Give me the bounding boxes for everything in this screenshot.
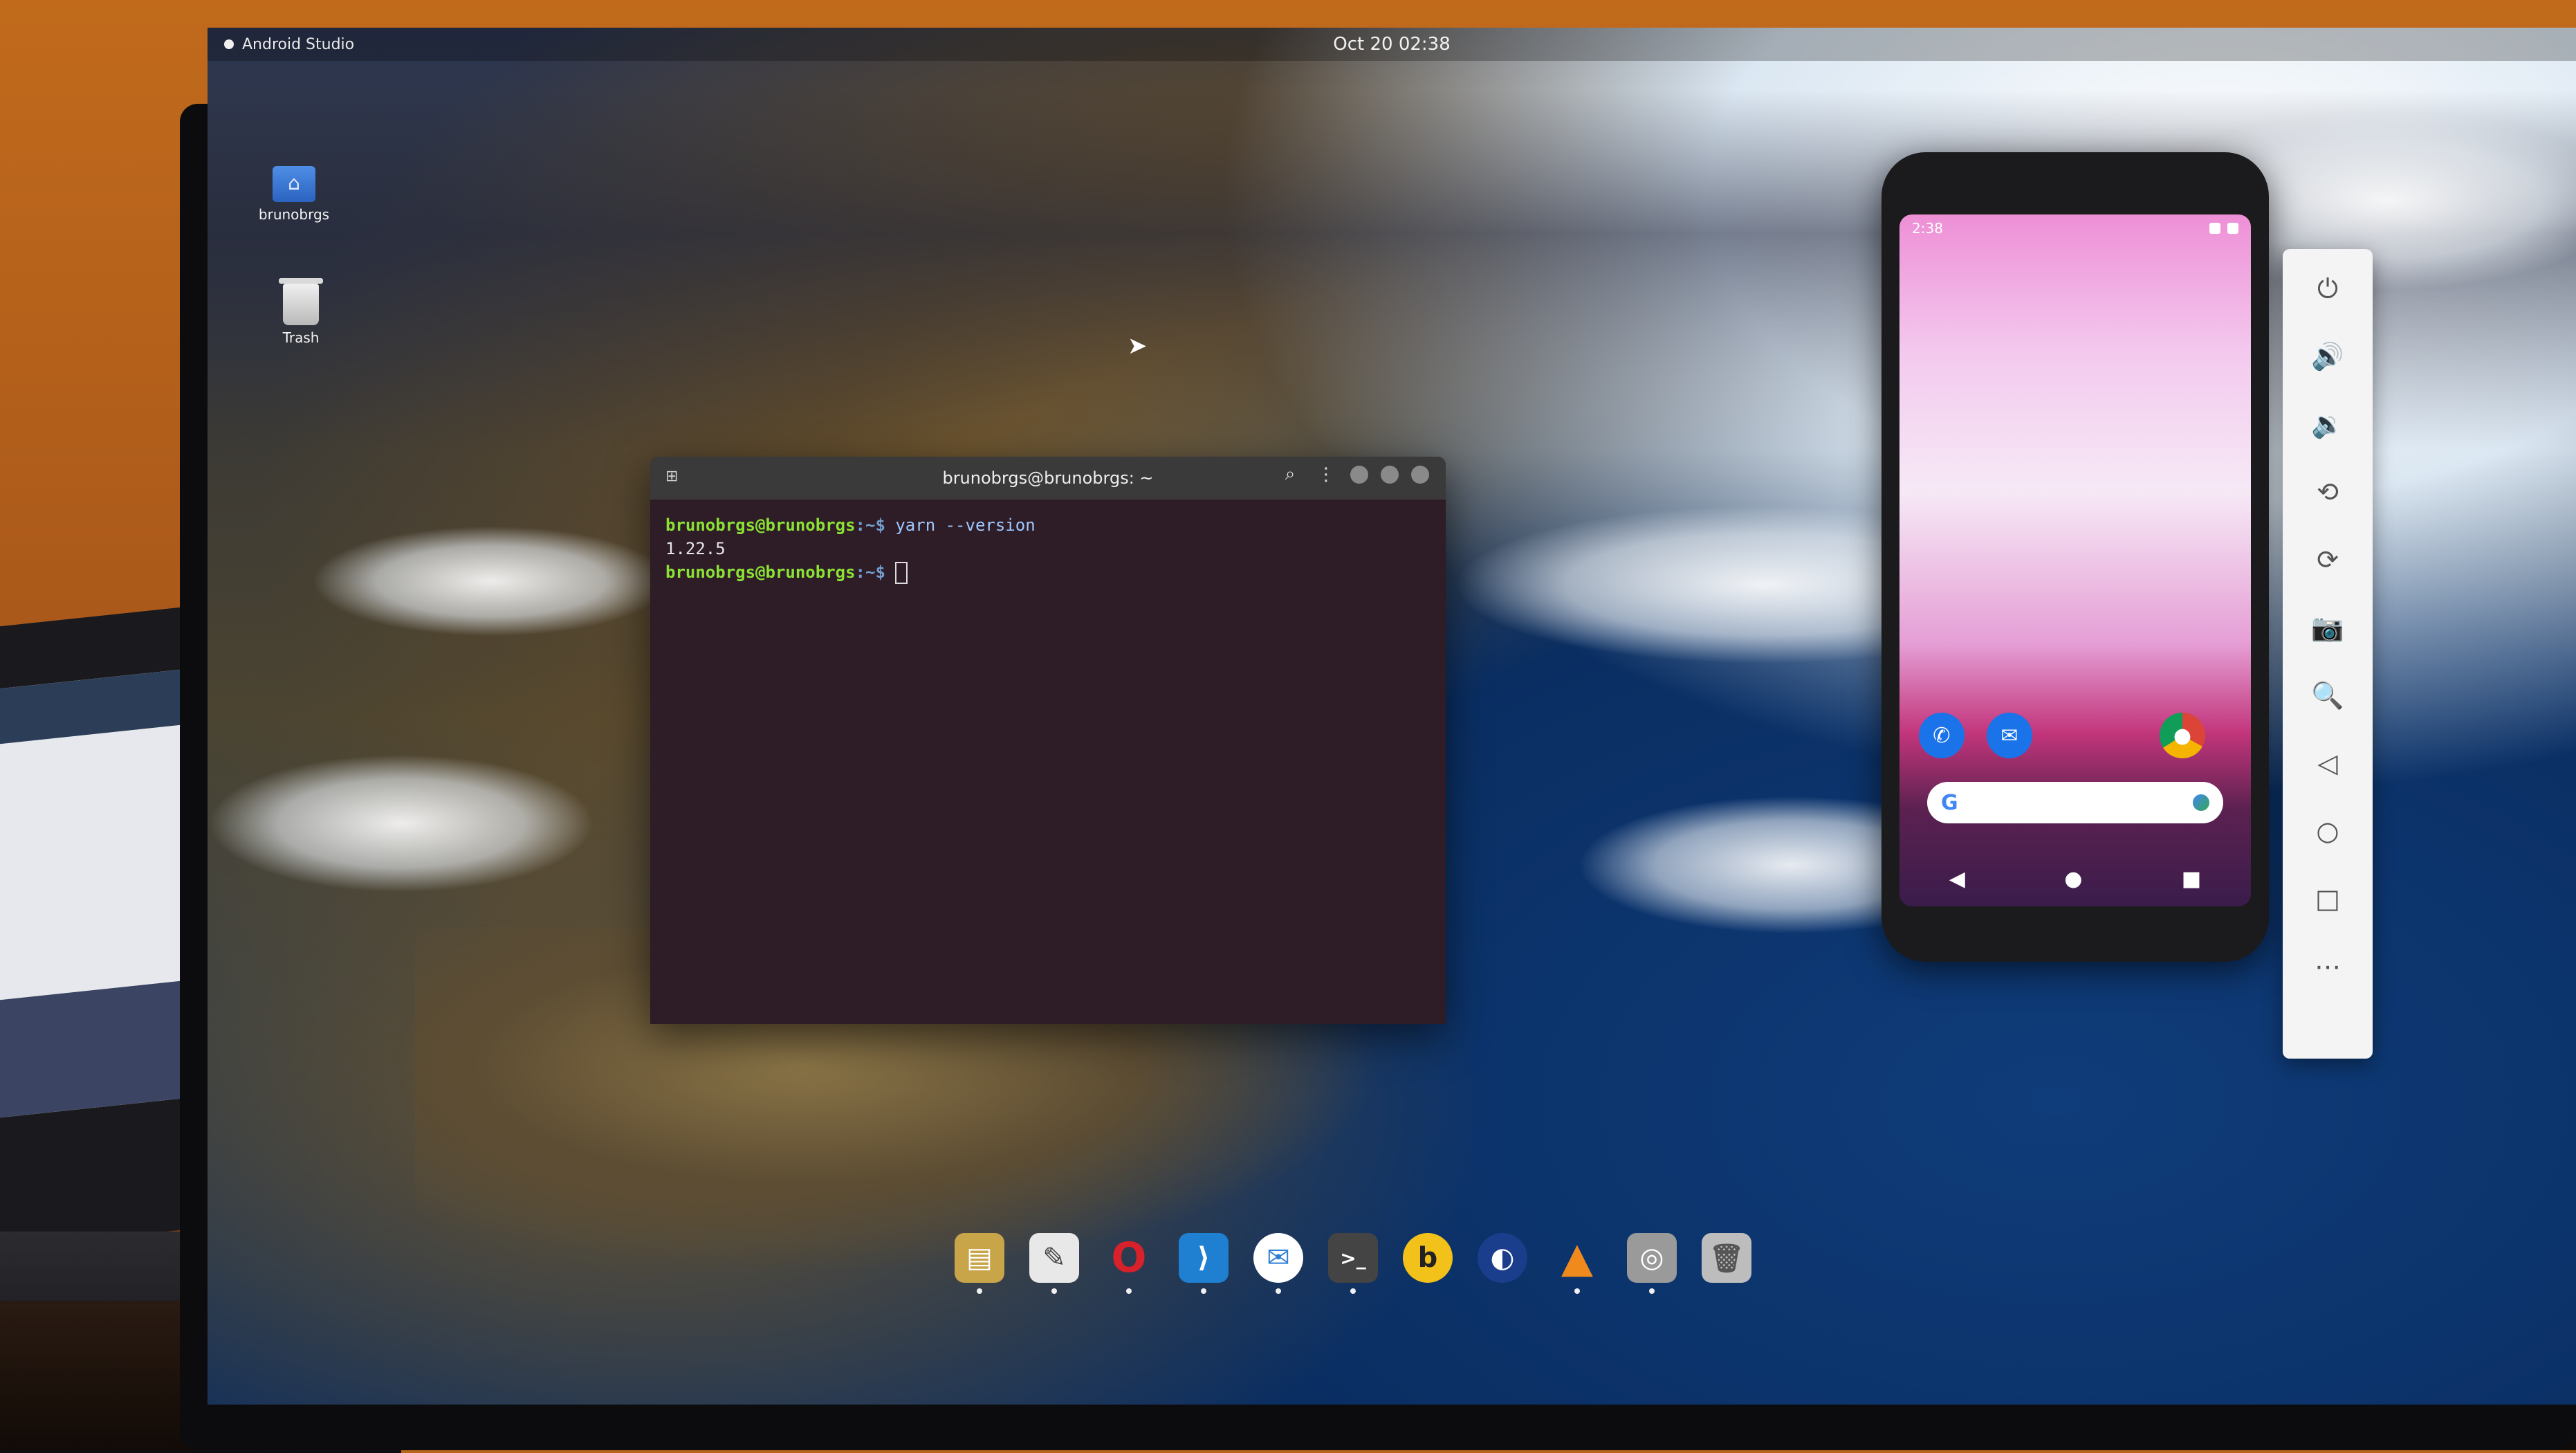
new-tab-icon[interactable]: ⊞ bbox=[665, 468, 686, 488]
menu-kebab-icon[interactable]: ⋮ bbox=[1314, 464, 1338, 485]
terminal-output[interactable]: brunobrgs@brunobrgs:~$ yarn --version 1.… bbox=[650, 500, 1446, 598]
back-icon[interactable]: ◁ bbox=[2307, 744, 2348, 782]
dock-item[interactable]: ⟩ bbox=[1179, 1233, 1229, 1294]
running-indicator bbox=[1126, 1288, 1132, 1294]
beekeeper-icon[interactable]: b bbox=[1403, 1233, 1453, 1283]
terminal-line: 1.22.5 bbox=[665, 537, 1430, 560]
volume-down-icon[interactable]: 🔉 bbox=[2307, 405, 2348, 443]
camera-icon[interactable]: 📷 bbox=[2307, 609, 2348, 646]
running-indicator bbox=[1574, 1288, 1580, 1294]
command-output: 1.22.5 bbox=[665, 539, 726, 558]
battery-icon bbox=[2227, 223, 2238, 234]
phone-screen[interactable]: 2:38 ✆ ✉ ● G ◀ ● ■ bbox=[1899, 214, 2251, 906]
maximize-button[interactable] bbox=[1381, 465, 1399, 484]
vlc-icon[interactable]: ▲ bbox=[1552, 1233, 1602, 1283]
text-editor-icon[interactable]: ✎ bbox=[1029, 1233, 1079, 1283]
phone-app-icon[interactable]: ✆ bbox=[1919, 713, 1965, 758]
desktop-icon-home[interactable]: brunobrgs bbox=[249, 166, 339, 223]
running-indicator bbox=[1201, 1288, 1206, 1294]
home-spacer bbox=[2054, 713, 2137, 758]
prompt-path: :~$ bbox=[855, 563, 885, 582]
app-name: Android Studio bbox=[242, 35, 355, 53]
running-indicator bbox=[1051, 1288, 1057, 1294]
running-indicator bbox=[977, 1288, 982, 1294]
clock[interactable]: Oct 20 02:38 bbox=[1333, 34, 1451, 55]
home-icon[interactable]: ○ bbox=[2307, 812, 2348, 850]
home-folder-icon bbox=[273, 166, 315, 202]
opera-icon[interactable]: O bbox=[1104, 1233, 1154, 1283]
desktop-icon-trash[interactable]: Trash bbox=[256, 278, 346, 346]
nav-recents-icon[interactable]: ■ bbox=[2182, 867, 2201, 891]
dock-item[interactable]: ✎ bbox=[1029, 1233, 1079, 1294]
text-cursor bbox=[895, 562, 908, 584]
running-indicator bbox=[1276, 1288, 1281, 1294]
dock-item[interactable]: O bbox=[1104, 1233, 1154, 1294]
dock-item[interactable]: >_ bbox=[1328, 1233, 1378, 1294]
nav-back-icon[interactable]: ◀ bbox=[1949, 867, 1965, 891]
status-icons bbox=[2209, 223, 2238, 234]
files-icon[interactable]: ▤ bbox=[955, 1233, 1004, 1283]
messenger-icon[interactable]: ✉ bbox=[1253, 1233, 1303, 1283]
zoom-icon[interactable]: 🔍 bbox=[2307, 677, 2348, 714]
more-icon[interactable]: ⋯ bbox=[2307, 948, 2348, 985]
rotate-left-icon[interactable]: ⟲ bbox=[2307, 473, 2348, 511]
command-text: yarn --version bbox=[885, 515, 1036, 535]
trash-icon bbox=[279, 278, 323, 325]
messages-app-icon[interactable]: ✉ bbox=[1987, 713, 2032, 758]
phone-status-bar: 2:38 bbox=[1899, 214, 2251, 242]
running-indicator bbox=[1649, 1288, 1655, 1294]
minimize-button[interactable] bbox=[1350, 465, 1368, 484]
wallpaper-cloud bbox=[311, 526, 671, 637]
dock-item[interactable]: ◎ bbox=[1627, 1233, 1677, 1294]
terminal-titlebar[interactable]: ⊞ brunobrgs@brunobrgs: ~ ⌕ ⋮ bbox=[650, 457, 1446, 500]
wifi-icon bbox=[2209, 223, 2220, 234]
terminal-title: brunobrgs@brunobrgs: ~ bbox=[942, 468, 1154, 488]
trash-dock-icon[interactable]: 🗑 bbox=[1702, 1233, 1751, 1283]
phone-clock: 2:38 bbox=[1912, 220, 1943, 237]
terminal-line: brunobrgs@brunobrgs:~$ bbox=[665, 560, 1430, 584]
dock-item[interactable]: b bbox=[1403, 1233, 1453, 1294]
dock-item[interactable]: 🗑 bbox=[1702, 1233, 1751, 1294]
activities-icon[interactable] bbox=[224, 39, 234, 49]
prompt-path: :~$ bbox=[855, 515, 885, 535]
android-emulator: 2:38 ✆ ✉ ● G ◀ ● ■ bbox=[1882, 152, 2269, 962]
emulator-toolbar: ⏻ 🔊 🔉 ⟲ ⟳ 📷 🔍 ◁ ○ □ ⋯ bbox=[2283, 249, 2373, 1059]
prompt-user: brunobrgs@brunobrgs bbox=[665, 515, 856, 535]
desktop-screen: Android Studio Oct 20 02:38 brunobrgs Tr… bbox=[208, 28, 2576, 1405]
android-nav-bar: ◀ ● ■ bbox=[1899, 851, 2251, 906]
mouse-pointer-icon: ➤ bbox=[1128, 332, 1148, 360]
terminal-actions: ⌕ ⋮ bbox=[1278, 464, 1429, 485]
close-button[interactable] bbox=[1411, 465, 1429, 484]
dock-item[interactable]: ◐ bbox=[1478, 1233, 1527, 1294]
dock-item[interactable]: ▤ bbox=[955, 1233, 1004, 1294]
top-panel: Android Studio Oct 20 02:38 bbox=[208, 28, 2576, 61]
nav-home-icon[interactable]: ● bbox=[2064, 867, 2082, 891]
home-screen-apps: ✆ ✉ ● bbox=[1919, 713, 2232, 758]
terminal-icon[interactable]: >_ bbox=[1328, 1233, 1378, 1283]
desktop-icon-label: Trash bbox=[282, 329, 320, 346]
google-search-bar[interactable]: G bbox=[1927, 782, 2223, 823]
volume-up-icon[interactable]: 🔊 bbox=[2307, 338, 2348, 375]
screenshot-icon[interactable]: ◎ bbox=[1627, 1233, 1677, 1283]
dock-item[interactable]: ▲ bbox=[1552, 1233, 1602, 1294]
running-indicator bbox=[1350, 1288, 1356, 1294]
power-icon[interactable]: ⏻ bbox=[2307, 270, 2348, 307]
dock: ▤ ✎ O ⟩ ✉ >_ b ◐ ▲ ◎ 🗑 bbox=[955, 1204, 1895, 1294]
desktop-icon-label: brunobrgs bbox=[258, 206, 330, 223]
terminal-line: brunobrgs@brunobrgs:~$ yarn --version bbox=[665, 513, 1430, 537]
overview-icon[interactable]: □ bbox=[2307, 880, 2348, 917]
google-logo: G bbox=[1941, 790, 1958, 815]
dock-item[interactable]: ✉ bbox=[1253, 1233, 1303, 1294]
rotate-right-icon[interactable]: ⟳ bbox=[2307, 541, 2348, 578]
chrome-app-icon[interactable]: ● bbox=[2160, 713, 2205, 758]
search-icon[interactable]: ⌕ bbox=[1278, 464, 1302, 485]
mic-icon[interactable] bbox=[2193, 794, 2209, 811]
wallpaper-cloud bbox=[208, 754, 595, 893]
app-menu[interactable]: Android Studio bbox=[224, 28, 354, 61]
vscode-icon[interactable]: ⟩ bbox=[1179, 1233, 1229, 1283]
prompt-user: brunobrgs@brunobrgs bbox=[665, 563, 856, 582]
eclipse-icon[interactable]: ◐ bbox=[1478, 1233, 1527, 1283]
terminal-window[interactable]: ⊞ brunobrgs@brunobrgs: ~ ⌕ ⋮ brunobrgs@b… bbox=[650, 457, 1446, 1024]
